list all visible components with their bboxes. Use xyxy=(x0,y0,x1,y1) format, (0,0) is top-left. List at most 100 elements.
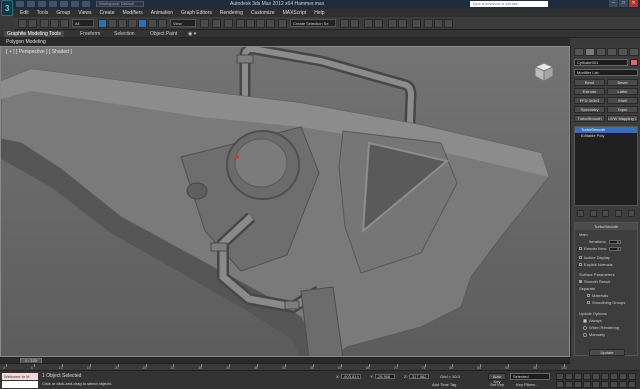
go-to-start-icon[interactable] xyxy=(556,373,564,380)
selection-filter-dropdown[interactable]: All xyxy=(72,19,94,27)
modifier-list-dropdown[interactable]: Modifier List xyxy=(574,69,638,76)
tab-selection[interactable]: Selection xyxy=(114,31,135,37)
panel-polygon-modeling[interactable]: Polygon Modeling xyxy=(6,39,46,45)
unlink-icon[interactable] xyxy=(50,19,59,28)
maximize-viewport-icon[interactable] xyxy=(610,381,618,388)
set-key-button[interactable]: Set Key xyxy=(490,382,504,387)
new-file-icon[interactable] xyxy=(16,1,24,7)
render-setup-icon[interactable] xyxy=(424,19,433,28)
pivot-center-icon[interactable] xyxy=(200,19,209,28)
fetch-icon[interactable] xyxy=(82,1,90,7)
perspective-viewport[interactable]: [ + ] [ Perspective ] [ Shaded ] xyxy=(0,46,570,357)
angle-snap-icon[interactable] xyxy=(246,19,255,28)
maxscript-input[interactable] xyxy=(2,381,38,388)
window-crossing-icon[interactable] xyxy=(128,19,137,28)
show-end-result-icon[interactable] xyxy=(589,210,597,217)
add-time-tag[interactable]: Add Time Tag xyxy=(432,382,456,387)
save-file-icon[interactable] xyxy=(38,1,46,7)
previous-frame-icon[interactable] xyxy=(565,373,573,380)
maxscript-listener[interactable]: Welcome to M xyxy=(2,373,38,380)
play-icon[interactable] xyxy=(574,373,582,380)
bind-space-warp-icon[interactable] xyxy=(60,19,69,28)
stack-item-editable-poly[interactable]: Editable Poly xyxy=(575,133,637,139)
zoom-extents-all-icon[interactable] xyxy=(574,381,582,388)
create-tab-icon[interactable] xyxy=(574,48,584,56)
maximize-icon[interactable]: □ xyxy=(619,0,628,7)
orbit-icon[interactable] xyxy=(601,381,609,388)
object-name-field[interactable]: Cylinder001 xyxy=(574,59,628,66)
graphite-toggle-icon[interactable] xyxy=(374,19,383,28)
pan-icon[interactable] xyxy=(592,381,600,388)
object-color-swatch[interactable] xyxy=(630,59,638,66)
always-radio[interactable] xyxy=(583,318,587,323)
zoom-icon[interactable] xyxy=(628,373,636,380)
configure-sets-icon[interactable] xyxy=(628,210,636,217)
undo-icon[interactable] xyxy=(18,19,27,28)
minimize-icon[interactable]: – xyxy=(609,0,618,7)
extrude-button[interactable]: Extrude xyxy=(574,88,605,95)
trackbar[interactable]: 0 5 10 15 20 25 30 35 40 45 50 55 60 65 70 75 80 85 90 95 10… xyxy=(0,363,570,370)
isoline-checkbox[interactable] xyxy=(579,256,582,260)
when-rendering-radio[interactable] xyxy=(583,325,587,330)
smoothing-groups-checkbox[interactable] xyxy=(587,301,590,305)
layer-manager-icon[interactable] xyxy=(364,19,373,28)
viewcube-icon[interactable] xyxy=(533,61,555,83)
menu-rendering[interactable]: Rendering xyxy=(220,10,243,16)
modify-tab-icon[interactable] xyxy=(585,48,595,56)
bevel-button[interactable]: Bevel xyxy=(607,79,638,86)
key-mode-icon[interactable] xyxy=(619,373,627,380)
menu-maxscript[interactable]: MAXScript xyxy=(283,10,307,16)
percent-snap-icon[interactable] xyxy=(256,19,265,28)
rect-selection-icon[interactable] xyxy=(118,19,127,28)
ribbon-toggle-icon[interactable]: ◉ ▾ xyxy=(188,31,196,37)
redo-icon[interactable] xyxy=(60,1,68,7)
edit-named-selection-icon[interactable] xyxy=(278,19,287,28)
time-config-icon[interactable] xyxy=(610,373,618,380)
select-object-icon[interactable] xyxy=(98,19,107,28)
key-filters-button[interactable]: Key Filters... xyxy=(516,382,538,387)
select-scale-icon[interactable] xyxy=(158,19,167,28)
shell-button[interactable]: Shell xyxy=(607,97,638,104)
redo-icon[interactable] xyxy=(28,19,37,28)
menu-group[interactable]: Group xyxy=(56,10,70,16)
select-manipulate-icon[interactable] xyxy=(212,19,221,28)
go-to-end-icon[interactable] xyxy=(592,373,600,380)
current-frame-field[interactable] xyxy=(601,373,609,380)
align-icon[interactable] xyxy=(350,19,359,28)
select-move-icon[interactable] xyxy=(138,19,147,28)
menu-graph-editors[interactable]: Graph Editors xyxy=(181,10,212,16)
selected-dropdown[interactable]: Selected xyxy=(510,373,550,380)
named-selection-dropdown[interactable]: Create Selection Se xyxy=(290,19,336,27)
ffd-button[interactable]: FFD 3x3x3 xyxy=(574,97,605,104)
curve-editor-icon[interactable] xyxy=(388,19,397,28)
pin-stack-icon[interactable] xyxy=(576,210,584,217)
smooth-result-checkbox[interactable] xyxy=(579,280,582,284)
close-icon[interactable]: ✕ xyxy=(629,0,638,7)
material-editor-icon[interactable] xyxy=(412,19,421,28)
lathe-button[interactable]: Lathe xyxy=(607,88,638,95)
mirror-icon[interactable] xyxy=(340,19,349,28)
snap-toggle-icon[interactable] xyxy=(236,19,245,28)
hierarchy-tab-icon[interactable] xyxy=(596,48,606,56)
undo-icon[interactable] xyxy=(49,1,57,7)
select-rotate-icon[interactable] xyxy=(148,19,157,28)
tab-graphite-modeling-tools[interactable]: Graphite Modeling Tools xyxy=(4,31,64,37)
menu-help[interactable]: Help xyxy=(314,10,324,16)
hammer-model[interactable] xyxy=(1,47,570,357)
menu-create[interactable]: Create xyxy=(99,10,114,16)
rendered-frame-window-icon[interactable] xyxy=(434,19,443,28)
keyboard-shortcut-icon[interactable] xyxy=(224,19,233,28)
make-unique-icon[interactable] xyxy=(602,210,610,217)
x-field[interactable]: -603.814 xyxy=(340,374,361,379)
reference-coord-dropdown[interactable]: View xyxy=(170,19,196,27)
open-file-icon[interactable] xyxy=(27,1,35,7)
workspace-dropdown[interactable]: Workspace: Default xyxy=(96,1,144,7)
symmetry-button[interactable]: Symmetry xyxy=(574,106,605,113)
menu-customize[interactable]: Customize xyxy=(251,10,275,16)
explicit-normals-checkbox[interactable] xyxy=(579,263,582,267)
tab-object-paint[interactable]: Object Paint xyxy=(150,31,177,37)
select-by-name-icon[interactable] xyxy=(108,19,117,28)
menu-tools[interactable]: Tools xyxy=(37,10,49,16)
link-icon[interactable] xyxy=(40,19,49,28)
turbosmooth-button[interactable]: TurboSmooth xyxy=(574,115,605,122)
